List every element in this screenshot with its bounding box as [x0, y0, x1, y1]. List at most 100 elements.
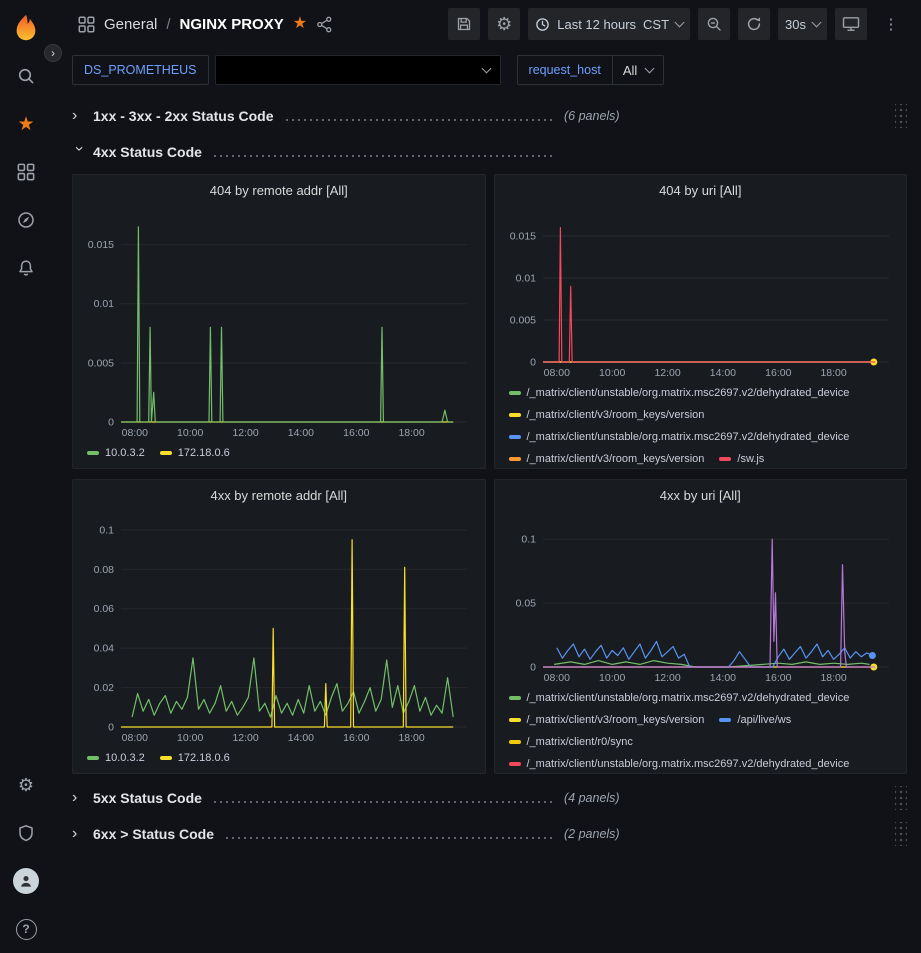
request-host-variable: request_host All — [517, 55, 665, 85]
chevron-down-icon — [645, 63, 655, 73]
row-title: 4xx Status Code — [93, 144, 202, 160]
legend-item[interactable]: /_matrix/client/r0/sync — [509, 731, 633, 753]
row-5xx[interactable]: › 5xx Status Code (4 panels) — [72, 784, 907, 812]
chevron-down-icon — [481, 63, 491, 73]
sidebar-expand-button[interactable]: › — [44, 44, 62, 62]
svg-text:12:00: 12:00 — [232, 732, 258, 744]
legend-series-label: /_matrix/client/unstable/org.matrix.msc2… — [527, 753, 850, 773]
sidebar-item-explore[interactable] — [0, 196, 52, 244]
row-1xx-3xx-2xx[interactable]: › 1xx - 3xx - 2xx Status Code (6 panels) — [72, 102, 907, 130]
legend-item[interactable]: /_matrix/client/unstable/org.matrix.msc2… — [509, 426, 850, 448]
legend-series-marker — [87, 451, 99, 455]
time-series-chart[interactable]: 00.0050.010.01508:0010:0012:0014:0016:00… — [495, 205, 907, 380]
legend-series-marker — [509, 391, 521, 395]
legend-series-label: 10.0.3.2 — [105, 442, 145, 464]
svg-text:0: 0 — [108, 722, 114, 734]
datasource-variable-value[interactable] — [215, 55, 501, 85]
legend-series-marker — [87, 756, 99, 760]
legend-item[interactable]: 10.0.3.2 — [87, 747, 145, 769]
legend-series-label: 172.18.0.6 — [178, 747, 230, 769]
apps-grid-icon — [78, 16, 95, 33]
save-dashboard-button[interactable] — [448, 8, 480, 40]
refresh-interval-dropdown[interactable]: 30s — [778, 8, 827, 40]
legend-series-label: /api/live/ws — [737, 709, 791, 731]
legend-series-marker — [509, 740, 521, 744]
sidebar-item-dashboards[interactable] — [0, 148, 52, 196]
svg-text:18:00: 18:00 — [398, 427, 424, 439]
svg-text:0.05: 0.05 — [515, 598, 536, 610]
panel-title[interactable]: 404 by uri [All] — [495, 175, 907, 205]
row-lead: › 4xx Status Code — [72, 144, 560, 160]
legend-item[interactable]: /_matrix/client/unstable/org.matrix.msc2… — [509, 382, 850, 404]
sidebar-item-server-admin[interactable] — [0, 809, 52, 857]
row-lead: › 1xx - 3xx - 2xx Status Code — [72, 108, 560, 124]
row-drag-handle[interactable] — [895, 822, 907, 846]
svg-text:14:00: 14:00 — [288, 732, 314, 744]
help-icon: ? — [16, 919, 37, 940]
panel-title[interactable]: 4xx by remote addr [All] — [73, 480, 485, 510]
legend-item[interactable]: /_matrix/client/unstable/org.matrix.msc2… — [509, 687, 850, 709]
refresh-icon — [746, 16, 762, 32]
favorite-star-icon[interactable]: ★ — [293, 16, 307, 32]
legend-item[interactable]: /_matrix/client/v3/room_keys/version — [509, 448, 705, 468]
sidebar-item-search[interactable] — [0, 52, 52, 100]
sidebar-item-help[interactable]: ? — [0, 905, 52, 953]
request-host-value[interactable]: All — [613, 55, 664, 85]
time-series-chart[interactable]: 00.050.108:0010:0012:0014:0016:0018:00 — [495, 510, 907, 685]
svg-text:0.02: 0.02 — [94, 682, 115, 694]
legend-item[interactable]: /_matrix/client/v3/room_keys/version — [509, 404, 705, 426]
topbar-actions: ⚙ Last 12 hours CST — [448, 8, 907, 40]
svg-text:0.1: 0.1 — [99, 524, 114, 536]
chart-canvas: 00.0050.010.01508:0010:0012:0014:0016:00… — [73, 205, 485, 440]
row-dots — [212, 801, 552, 803]
panel-title[interactable]: 4xx by uri [All] — [495, 480, 907, 510]
svg-text:0: 0 — [530, 357, 536, 369]
svg-text:18:00: 18:00 — [820, 367, 846, 379]
legend-item[interactable]: 172.18.0.6 — [160, 747, 230, 769]
legend-item[interactable]: 172.18.0.6 — [160, 442, 230, 464]
breadcrumb-section[interactable]: General — [104, 16, 157, 33]
share-icon[interactable] — [316, 16, 333, 33]
grafana-logo[interactable] — [0, 0, 52, 52]
row-4xx[interactable]: › 4xx Status Code — [72, 138, 907, 166]
row-panel-count: (2 panels) — [564, 827, 620, 841]
refresh-button[interactable] — [738, 8, 770, 40]
chevron-down-icon — [675, 17, 685, 27]
legend-item[interactable]: /api/live/ws — [719, 709, 791, 731]
row-6xx[interactable]: › 6xx > Status Code (2 panels) — [72, 820, 907, 848]
time-series-chart[interactable]: 00.0050.010.01508:0010:0012:0014:0016:00… — [73, 205, 485, 440]
compass-icon — [16, 210, 36, 230]
more-options-button[interactable]: ⋮ — [875, 8, 907, 40]
chevron-right-icon: › — [72, 826, 86, 842]
tv-mode-button[interactable] — [835, 8, 867, 40]
zoom-out-button[interactable] — [698, 8, 730, 40]
legend-item[interactable]: /_matrix/client/v3/room_keys/version — [509, 709, 705, 731]
sidebar-item-alerting[interactable] — [0, 244, 52, 292]
sidebar-item-profile[interactable] — [0, 857, 52, 905]
breadcrumb-separator: / — [166, 16, 170, 33]
shield-icon — [16, 823, 36, 843]
time-range-picker[interactable]: Last 12 hours CST — [528, 8, 690, 40]
sidebar: ★ ⚙ — [0, 0, 52, 953]
panel-title[interactable]: 404 by remote addr [All] — [73, 175, 485, 205]
legend-item[interactable]: /_matrix/client/unstable/org.matrix.msc2… — [509, 753, 850, 773]
legend-item[interactable]: 10.0.3.2 — [87, 442, 145, 464]
sidebar-item-configuration[interactable]: ⚙ — [0, 761, 52, 809]
sidebar-item-starred[interactable]: ★ — [0, 100, 52, 148]
panel-legend: 10.0.3.2 172.18.0.6 — [73, 440, 485, 468]
legend-series-label: /sw.js — [737, 448, 764, 468]
legend-series-label: /_matrix/client/v3/room_keys/version — [527, 709, 705, 731]
avatar — [13, 868, 39, 894]
row-drag-handle[interactable] — [895, 786, 907, 810]
datasource-variable-label[interactable]: DS_PROMETHEUS — [72, 55, 209, 85]
dashboard-title[interactable]: NGINX PROXY — [180, 16, 284, 33]
dashboard-settings-button[interactable]: ⚙ — [488, 8, 520, 40]
row-drag-handle[interactable] — [895, 104, 907, 128]
main-area: General / NGINX PROXY ★ ⚙ — [52, 0, 921, 953]
row-panel-count: (6 panels) — [564, 109, 620, 123]
request-host-label[interactable]: request_host — [517, 55, 613, 85]
chart-canvas: 00.0050.010.01508:0010:0012:0014:0016:00… — [495, 205, 907, 380]
legend-series-marker — [509, 762, 521, 766]
time-series-chart[interactable]: 00.020.040.060.080.108:0010:0012:0014:00… — [73, 510, 485, 745]
legend-item[interactable]: /sw.js — [719, 448, 764, 468]
